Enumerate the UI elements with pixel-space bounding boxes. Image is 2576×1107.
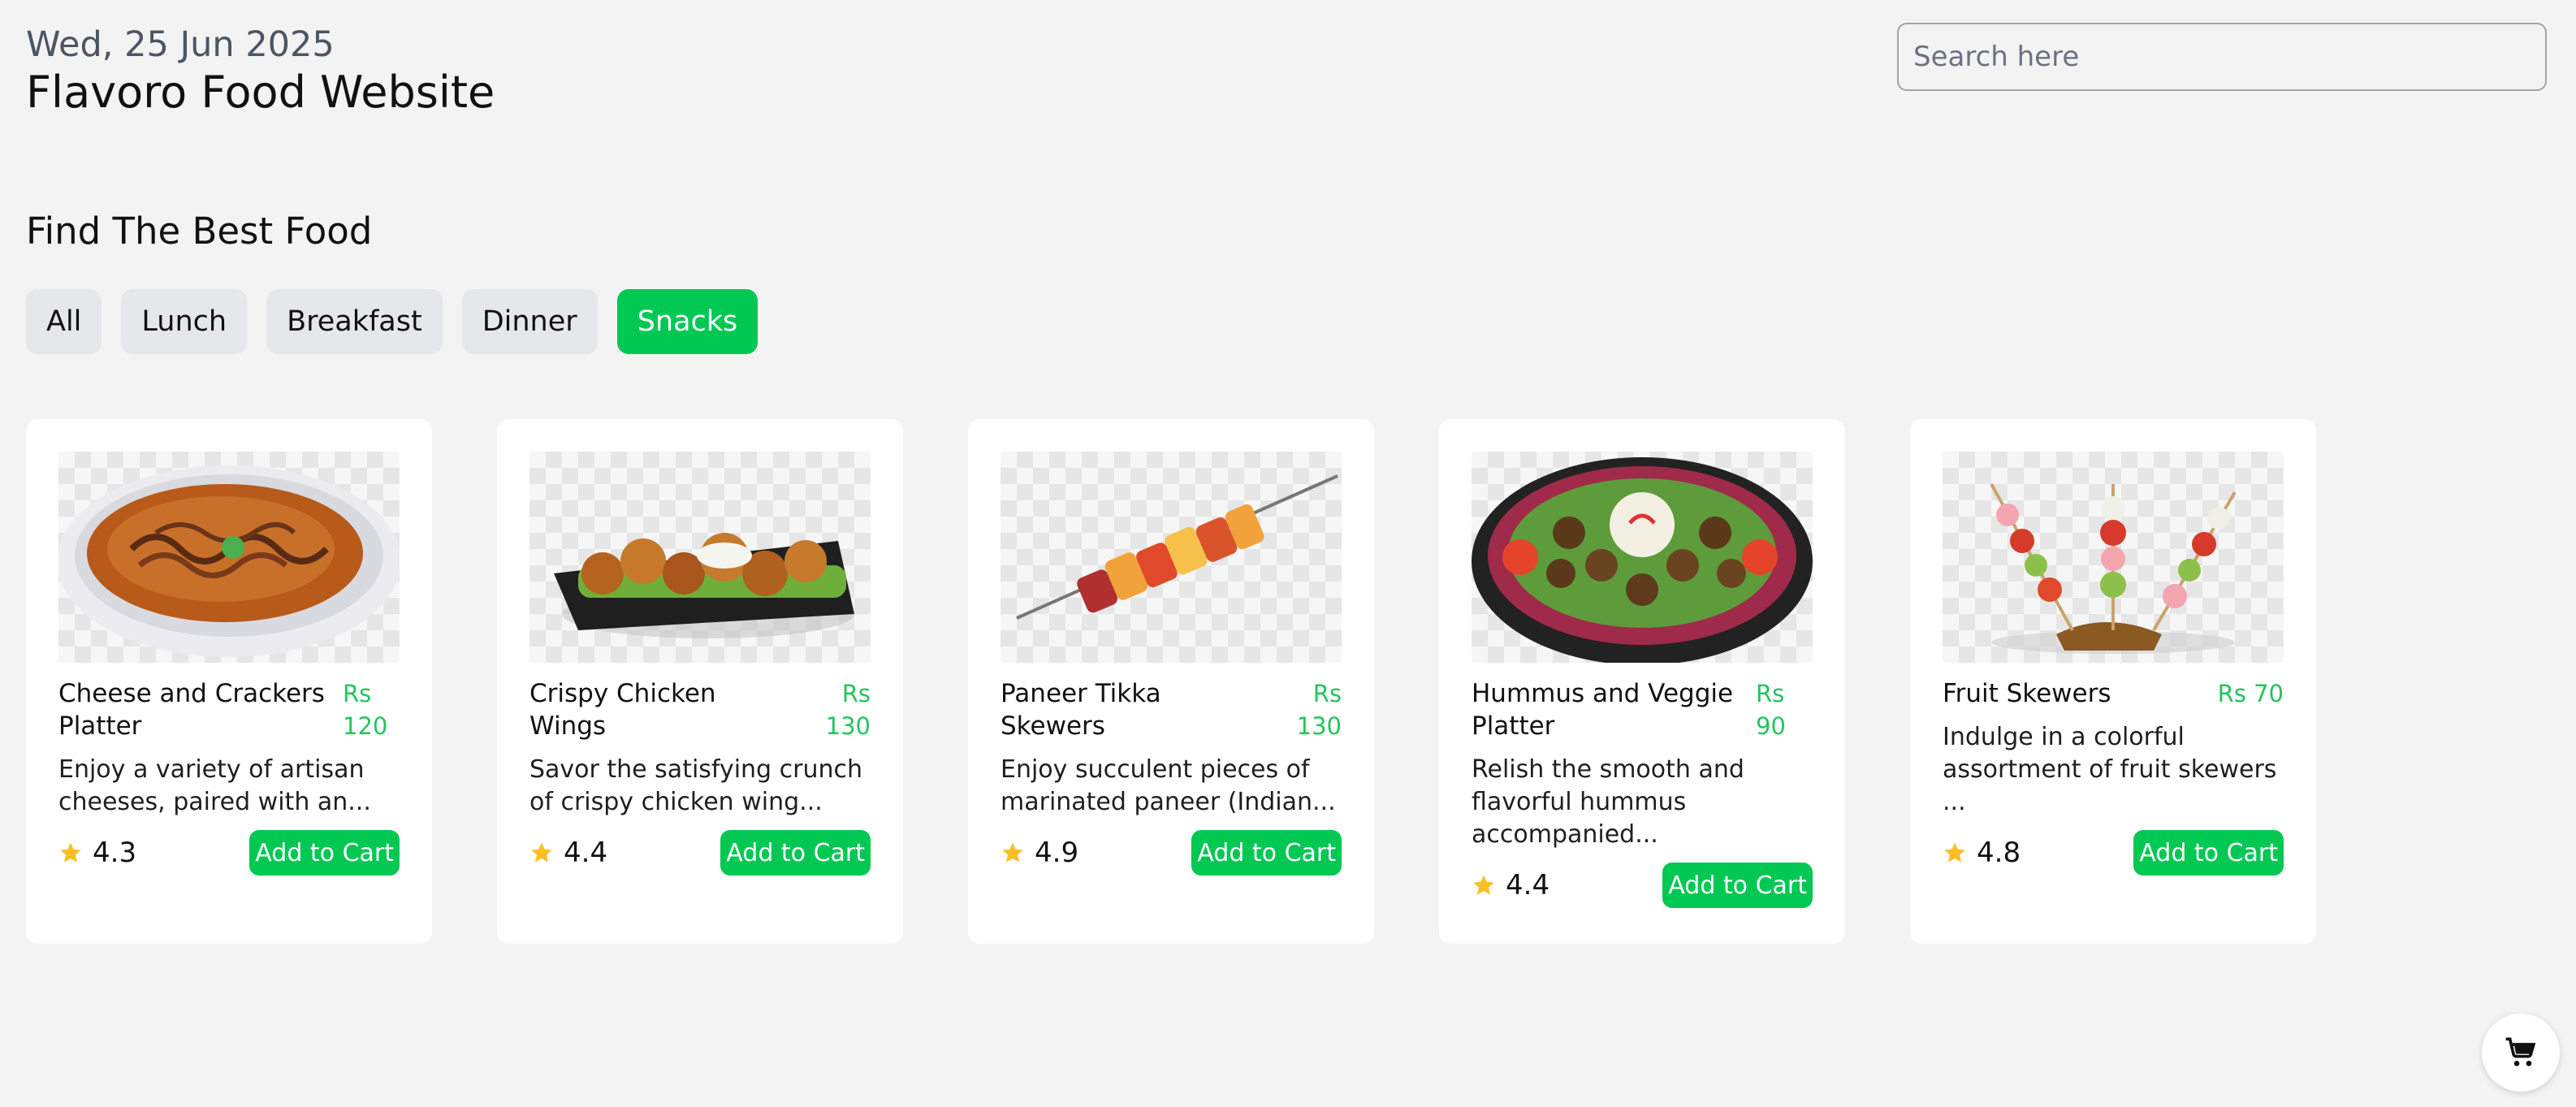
- food-description: Enjoy succulent pieces of marinated pane…: [1001, 755, 1336, 816]
- star-icon: [1473, 875, 1494, 895]
- food-price: Rs 90: [1756, 680, 1786, 740]
- filter-all[interactable]: All: [26, 289, 102, 354]
- food-name: Paneer Tikka Skewers: [1001, 679, 1161, 741]
- star-icon: [1002, 842, 1023, 863]
- food-price: Rs 120: [343, 680, 388, 740]
- section-title: Find The Best Food: [26, 210, 373, 253]
- page: Wed, 25 Jun 2025 Flavoro Food Website Fi…: [0, 0, 2576, 1107]
- filter-dinner[interactable]: Dinner: [461, 289, 598, 354]
- food-rating: 4.4: [529, 837, 607, 869]
- add-to-cart-button[interactable]: Add to Cart: [720, 830, 871, 876]
- food-card: Fruit Skewers Rs 70 Indulge in a colorfu…: [1910, 419, 2316, 944]
- food-name: Cheese and Crackers Platter: [58, 679, 325, 741]
- site-title: Flavoro Food Website: [26, 67, 495, 118]
- food-description: Relish the smooth and flavorful hummus a…: [1472, 755, 1744, 849]
- rating-value: 4.8: [1977, 837, 2021, 869]
- food-image: [1001, 452, 1342, 663]
- food-rating: 4.4: [1472, 869, 1549, 902]
- food-description: Indulge in a colorful assortment of frui…: [1943, 723, 2277, 816]
- food-image: [1943, 452, 2284, 663]
- food-name: Hummus and Veggie Platter: [1472, 679, 1734, 741]
- food-name: Fruit Skewers: [1943, 679, 2111, 708]
- current-date: Wed, 25 Jun 2025: [26, 24, 335, 65]
- food-card-list: Cheese and Crackers Platter Rs 120 Enjoy…: [26, 419, 2316, 944]
- food-description: Enjoy a variety of artisan cheeses, pair…: [58, 755, 371, 816]
- category-filters: All Lunch Breakfast Dinner Snacks: [26, 289, 759, 354]
- filter-lunch[interactable]: Lunch: [121, 289, 248, 354]
- food-card: Hummus and Veggie Platter Rs 90 Relish t…: [1439, 419, 1845, 944]
- add-to-cart-button[interactable]: Add to Cart: [1191, 830, 1342, 876]
- filter-snacks[interactable]: Snacks: [616, 289, 759, 354]
- food-card: Paneer Tikka Skewers Rs 130 Enjoy succul…: [968, 419, 1374, 944]
- food-price: Rs 70: [2217, 680, 2284, 707]
- food-rating: 4.9: [1001, 837, 1078, 869]
- food-price: Rs 130: [825, 680, 871, 740]
- food-card: Crispy Chicken Wings Rs 130 Savor the sa…: [497, 419, 903, 944]
- food-image: [529, 452, 871, 663]
- add-to-cart-button[interactable]: Add to Cart: [249, 830, 400, 876]
- food-description: Savor the satisfying crunch of crispy ch…: [529, 755, 862, 816]
- food-rating: 4.3: [58, 837, 136, 869]
- food-image: [58, 452, 400, 663]
- shopping-cart-icon: [2505, 1037, 2536, 1066]
- star-icon: [1944, 842, 1965, 863]
- rating-value: 4.3: [93, 837, 137, 869]
- filter-breakfast[interactable]: Breakfast: [266, 289, 443, 354]
- star-icon: [531, 842, 552, 863]
- add-to-cart-button[interactable]: Add to Cart: [1662, 863, 1813, 908]
- food-image: [1472, 452, 1813, 663]
- rating-value: 4.4: [1506, 869, 1550, 902]
- cart-button[interactable]: [2482, 1014, 2560, 1092]
- food-rating: 4.8: [1943, 837, 2021, 869]
- rating-value: 4.4: [564, 837, 608, 869]
- food-name: Crispy Chicken Wings: [529, 679, 716, 741]
- rating-value: 4.9: [1035, 837, 1079, 869]
- add-to-cart-button[interactable]: Add to Cart: [2133, 830, 2284, 876]
- food-card: Cheese and Crackers Platter Rs 120 Enjoy…: [26, 419, 432, 944]
- star-icon: [60, 842, 81, 863]
- search-input[interactable]: [1897, 23, 2547, 91]
- food-price: Rs 130: [1296, 680, 1342, 740]
